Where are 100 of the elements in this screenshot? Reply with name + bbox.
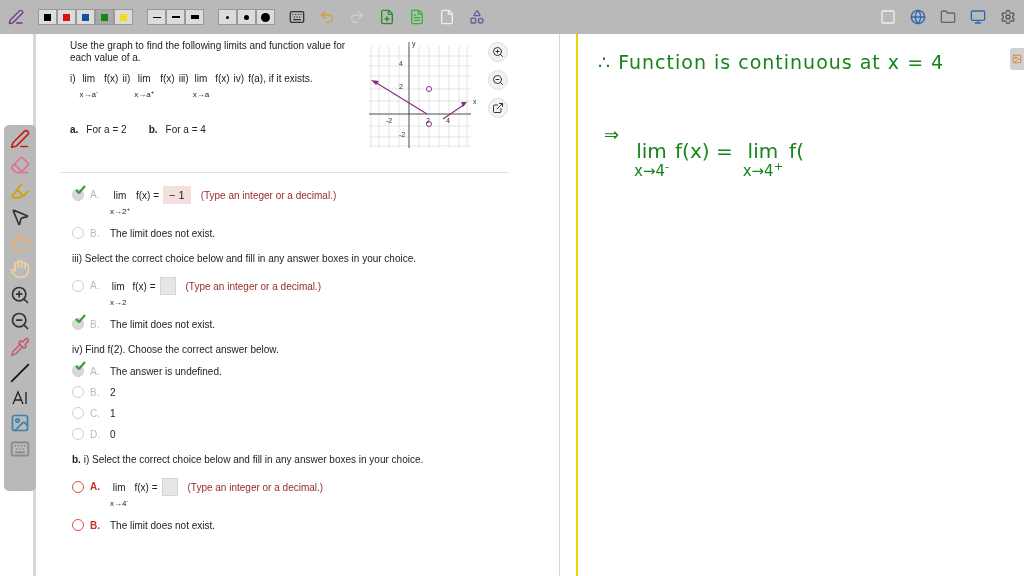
color-swatch[interactable] (95, 9, 114, 25)
limit-subscript: x→a$^{+}$ (134, 88, 155, 101)
choice-letter: B. (90, 317, 101, 332)
radio-button[interactable] (72, 227, 84, 239)
checkmark-icon (75, 185, 86, 194)
radio-button[interactable] (72, 428, 84, 440)
handwritten-expression: f( (789, 139, 804, 162)
zoom-in-icon (492, 46, 504, 58)
limit-symbol: lim (137, 72, 151, 86)
function-expression: f(x) (215, 72, 230, 86)
choice-letter: B. (90, 518, 101, 533)
monitor-icon[interactable] (970, 9, 986, 25)
question-prompt: iv) Find f(2). Choose the correct answer below. (72, 343, 280, 357)
handwritten-limit: lim (747, 139, 779, 162)
part-label: i) (70, 72, 76, 86)
eyedropper-icon[interactable] (10, 337, 30, 357)
choice-letter: A. (90, 364, 101, 379)
choice-letter: C. (90, 406, 101, 421)
handwritten-note: ∴ Function is continuous at x = 4 (598, 50, 945, 75)
choice-letter: A. (90, 280, 101, 292)
handwritten-expression: f(x) = (675, 139, 733, 162)
settings-icon[interactable] (1000, 9, 1016, 25)
answer-hint: (Type an integer or a decimal.) (185, 280, 322, 294)
line-icon[interactable] (10, 363, 30, 383)
limit-subscript: x→2$^{+}$ (110, 205, 130, 218)
color-swatch[interactable] (38, 9, 57, 25)
question-prompt: b. i) Select the correct choice below and fill in any answer boxes in your choice. (72, 453, 425, 467)
limit-subscript: x→2 (110, 297, 127, 309)
text-tool-icon[interactable] (11, 389, 29, 407)
case-text: For a = 2 (86, 123, 127, 137)
pointer-icon[interactable] (10, 207, 30, 227)
instruction-text: Use the graph to find the following limits and function value for each value of a. (70, 40, 347, 64)
checkmark-icon (75, 314, 86, 323)
limit-subscript: x→a$^{-}$ (79, 88, 98, 101)
answer-box[interactable]: − 1 (163, 186, 191, 204)
line-width-option[interactable] (147, 9, 166, 25)
part-text: f(a), if it exists. (248, 72, 313, 86)
color-swatch[interactable] (76, 9, 95, 25)
limit-symbol: lim (111, 280, 125, 294)
zoom-out-button[interactable] (488, 70, 508, 90)
checkmark-icon (75, 361, 86, 370)
pen-settings-icon[interactable] (8, 9, 24, 25)
answer-hint: (Type an integer or a decimal.) (200, 189, 337, 203)
choice-text: The limit does not exist. (110, 317, 216, 332)
limit-symbol: lim (113, 189, 127, 203)
side-panel-tab[interactable] (1010, 48, 1024, 70)
zoom-out-icon[interactable] (10, 311, 30, 331)
choice-text: The limit does not exist. (110, 226, 216, 241)
choice-text: The limit does not exist. (110, 518, 216, 533)
part-label: ii) (122, 72, 131, 86)
point-size-option[interactable] (237, 9, 256, 25)
choice-letter: D. (90, 427, 101, 442)
limit-symbol: lim (82, 72, 96, 86)
case-label: a. (70, 123, 79, 137)
pen-icon[interactable] (10, 129, 30, 149)
line-width-option[interactable] (166, 9, 185, 25)
radio-button[interactable] (72, 481, 84, 493)
radio-button[interactable] (72, 519, 84, 531)
color-swatch[interactable] (57, 9, 76, 25)
radio-button[interactable] (72, 407, 84, 419)
part-label: iii) (178, 72, 189, 86)
image-icon (1012, 54, 1022, 64)
folder-icon[interactable] (940, 9, 956, 25)
zoom-out-icon (492, 74, 504, 86)
function-expression: f(x) (160, 72, 175, 86)
new-page-icon[interactable] (379, 9, 395, 25)
globe-icon[interactable] (910, 9, 926, 25)
keyboard-icon[interactable] (289, 9, 305, 25)
choice-text: The answer is undefined. (110, 364, 222, 379)
question-prompt: iii) Select the correct choice below and fill in any answer boxes in your choice. (72, 252, 418, 266)
handwritten-subscript: x→4$^{+}$ (742, 161, 784, 180)
function-expression: f(x) (104, 72, 119, 86)
choice-text: 2 (110, 385, 116, 400)
point-size-option[interactable] (256, 9, 275, 25)
line-width-option[interactable] (185, 9, 204, 25)
choice-text: 1 (110, 406, 116, 421)
handwritten-limit: lim (636, 139, 667, 162)
limit-symbol: lim (112, 481, 126, 495)
zoom-in-button[interactable] (488, 42, 508, 62)
choice-letter: A. (90, 481, 101, 493)
case-text: For a = 4 (165, 123, 206, 137)
limit-subscript: x→4$^{-}$ (110, 497, 129, 510)
zoom-in-icon[interactable] (10, 285, 30, 305)
limit-symbol: lim (194, 72, 208, 86)
choice-letter: B. (90, 385, 101, 400)
radio-button[interactable] (72, 280, 84, 292)
image-icon[interactable] (10, 413, 30, 433)
function-expression: f(x) = (134, 481, 158, 495)
page-icon[interactable] (439, 9, 455, 25)
shapes-icon[interactable] (469, 9, 485, 25)
function-expression: f(x) = (132, 280, 156, 294)
function-expression: f(x) = (135, 189, 160, 203)
color-swatch[interactable] (114, 9, 133, 25)
external-link-icon (492, 102, 504, 114)
limit-subscript: x→a (192, 89, 210, 101)
part-label: iv) (233, 72, 245, 86)
choice-letter: B. (90, 226, 101, 241)
answer-hint: (Type an integer or a decimal.) (187, 481, 324, 495)
radio-button[interactable] (72, 386, 84, 398)
external-link-button[interactable] (488, 98, 508, 118)
